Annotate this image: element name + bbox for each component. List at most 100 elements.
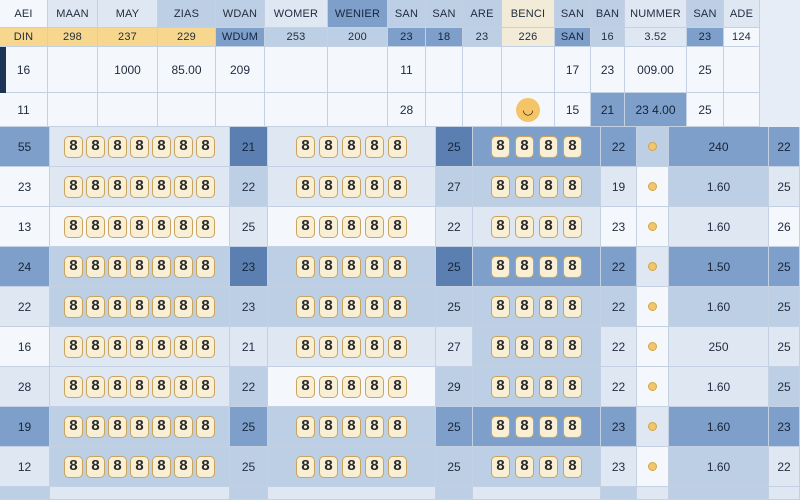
info-cell[interactable]: 1000 <box>98 47 158 93</box>
value-cell[interactable]: 22 <box>769 447 800 487</box>
number-cell[interactable]: 1.60 <box>669 287 769 327</box>
info-cell[interactable] <box>48 47 98 93</box>
info-cell[interactable]: 11 <box>0 93 48 127</box>
value-cell[interactable]: 25 <box>436 287 473 327</box>
info-cell[interactable] <box>328 93 388 127</box>
info-cell[interactable]: 209 <box>216 47 265 93</box>
number-cell[interactable]: 1.60 <box>669 167 769 207</box>
value-cell[interactable]: 22 <box>230 367 268 407</box>
value-cell[interactable]: 26 <box>769 207 800 247</box>
row-id-cell[interactable]: 55 <box>0 127 50 167</box>
info-cell[interactable] <box>724 47 760 93</box>
value-cell[interactable]: 23 <box>601 447 637 487</box>
number-cell[interactable]: 250 <box>669 327 769 367</box>
number-cell[interactable]: 1.60 <box>669 367 769 407</box>
value-cell[interactable]: 25 <box>769 167 800 207</box>
value-cell[interactable]: 25 <box>436 447 473 487</box>
column-header[interactable]: ARE <box>463 0 502 28</box>
value-cell[interactable]: 27 <box>436 167 473 207</box>
row-id-cell[interactable]: 22 <box>0 287 50 327</box>
column-header[interactable]: SAN <box>687 0 724 28</box>
info-cell[interactable] <box>98 93 158 127</box>
info-cell[interactable]: 16 <box>0 47 48 93</box>
info-cell[interactable]: 11 <box>388 47 426 93</box>
value-cell[interactable]: 25 <box>436 127 473 167</box>
value-cell[interactable]: 23 <box>769 407 800 447</box>
row-id-cell[interactable]: 13 <box>0 207 50 247</box>
value-cell[interactable]: 23 <box>601 407 637 447</box>
info-cell[interactable]: 17 <box>555 47 591 93</box>
column-header[interactable]: NUMMER <box>625 0 687 28</box>
row-id-cell[interactable]: 16 <box>0 327 50 367</box>
row-id-cell[interactable]: 19 <box>0 407 50 447</box>
info-cell[interactable] <box>426 47 463 93</box>
value-cell[interactable]: 25 <box>230 447 268 487</box>
column-header[interactable]: WDAN <box>216 0 265 28</box>
number-cell[interactable]: 1.60 <box>669 207 769 247</box>
info-cell[interactable] <box>216 93 265 127</box>
info-cell[interactable]: ◡ <box>502 93 555 127</box>
info-cell[interactable]: 23 <box>591 47 625 93</box>
value-cell[interactable]: 23 <box>230 247 268 287</box>
number-cell[interactable]: 1.50 <box>669 247 769 287</box>
value-cell[interactable]: 25 <box>769 247 800 287</box>
value-cell[interactable]: 25 <box>436 247 473 287</box>
column-header[interactable]: ZIAS <box>158 0 216 28</box>
info-cell[interactable]: 009.00 <box>625 47 687 93</box>
number-cell[interactable]: 1.60 <box>669 447 769 487</box>
value-cell[interactable]: 22 <box>436 207 473 247</box>
value-cell[interactable]: 25 <box>769 367 800 407</box>
info-cell[interactable] <box>265 93 328 127</box>
info-cell[interactable] <box>724 93 760 127</box>
value-cell[interactable]: 21 <box>230 327 268 367</box>
column-header[interactable]: WENIER <box>328 0 388 28</box>
value-cell[interactable]: 22 <box>769 127 800 167</box>
value-cell[interactable]: 22 <box>230 167 268 207</box>
column-header[interactable]: MAAN <box>48 0 98 28</box>
info-cell[interactable] <box>265 47 328 93</box>
column-header[interactable]: SAN <box>388 0 426 28</box>
column-header[interactable]: BAN <box>591 0 625 28</box>
info-cell[interactable] <box>463 93 502 127</box>
value-cell[interactable]: 25 <box>230 407 268 447</box>
info-cell[interactable]: 28 <box>388 93 426 127</box>
row-id-cell[interactable]: 28 <box>0 367 50 407</box>
info-cell[interactable] <box>426 93 463 127</box>
info-cell[interactable]: 85.00 <box>158 47 216 93</box>
info-cell[interactable]: 21 <box>591 93 625 127</box>
info-cell[interactable] <box>48 93 98 127</box>
info-cell[interactable] <box>328 47 388 93</box>
info-cell[interactable]: 15 <box>555 93 591 127</box>
column-header[interactable]: MAY <box>98 0 158 28</box>
row-id-cell[interactable]: 23 <box>0 167 50 207</box>
value-cell[interactable]: 22 <box>601 247 637 287</box>
value-cell[interactable]: 22 <box>601 287 637 327</box>
value-cell[interactable]: 22 <box>601 127 637 167</box>
info-cell[interactable] <box>158 93 216 127</box>
value-cell[interactable]: 22 <box>601 367 637 407</box>
value-cell[interactable]: 25 <box>769 327 800 367</box>
row-id-cell[interactable]: 12 <box>0 447 50 487</box>
value-cell[interactable]: 29 <box>436 367 473 407</box>
value-cell[interactable]: 23 <box>601 207 637 247</box>
value-cell[interactable]: 19 <box>601 167 637 207</box>
column-header[interactable]: BENCI <box>502 0 555 28</box>
value-cell[interactable]: 22 <box>601 327 637 367</box>
column-header[interactable]: AEI <box>0 0 48 28</box>
column-header[interactable]: WOMER <box>265 0 328 28</box>
column-header[interactable]: ADE <box>724 0 760 28</box>
value-cell[interactable]: 21 <box>230 127 268 167</box>
value-cell[interactable]: 25 <box>436 407 473 447</box>
column-header[interactable]: SAN <box>555 0 591 28</box>
row-id-cell[interactable]: 24 <box>0 247 50 287</box>
info-cell[interactable]: 23 4.00 <box>625 93 687 127</box>
value-cell[interactable]: 25 <box>230 207 268 247</box>
value-cell[interactable]: 23 <box>230 287 268 327</box>
info-cell[interactable]: 25 <box>687 47 724 93</box>
info-cell[interactable] <box>463 47 502 93</box>
number-cell[interactable]: 1.60 <box>669 407 769 447</box>
info-cell[interactable]: 25 <box>687 93 724 127</box>
value-cell[interactable]: 25 <box>769 287 800 327</box>
value-cell[interactable]: 27 <box>436 327 473 367</box>
info-cell[interactable] <box>502 47 555 93</box>
